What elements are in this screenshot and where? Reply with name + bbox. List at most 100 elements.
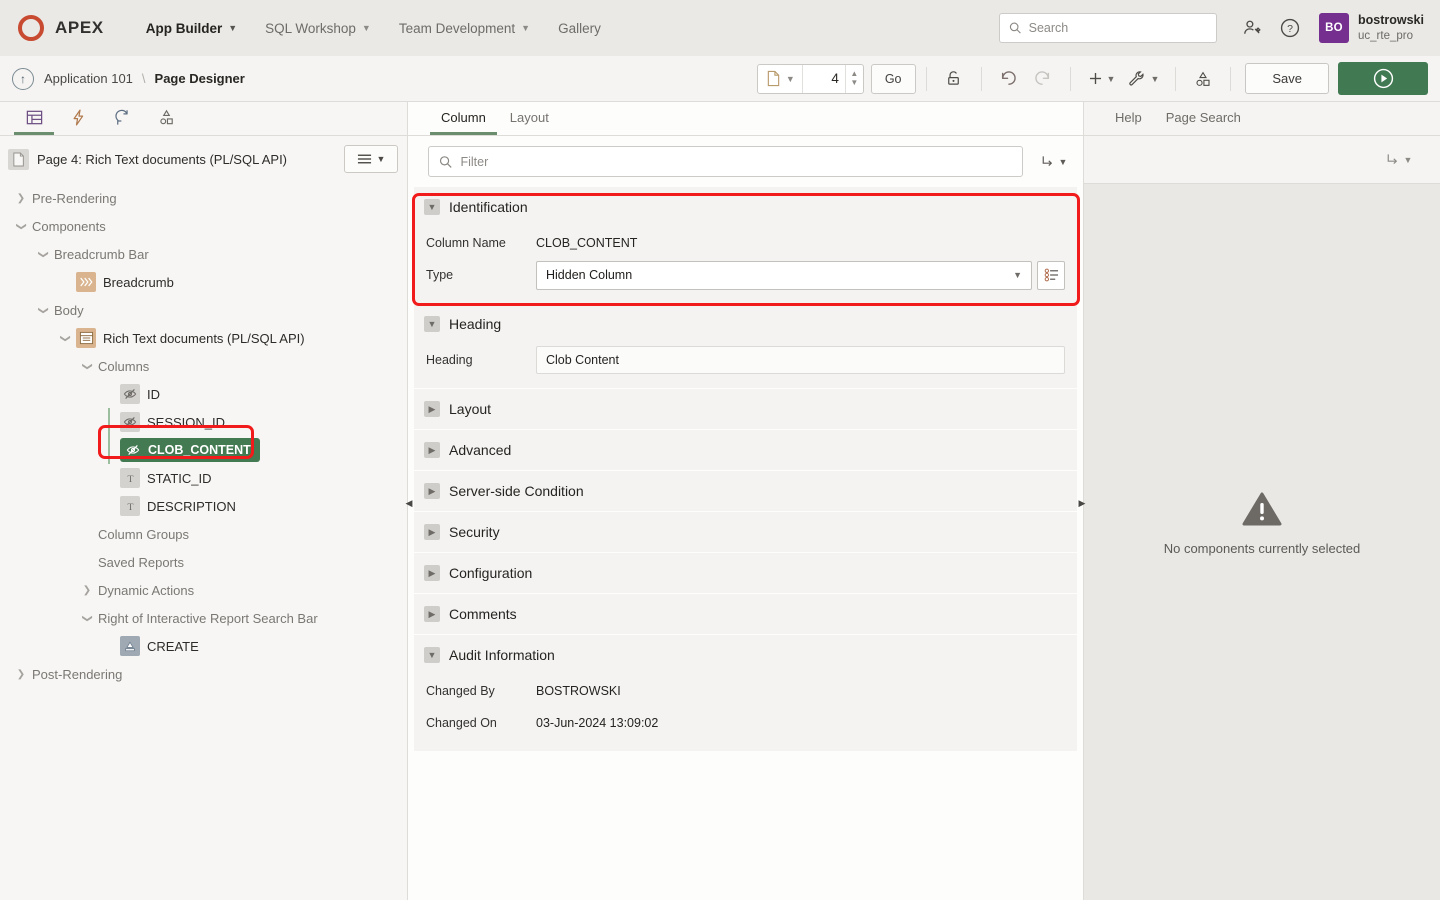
user-menu[interactable]: BO bostrowski uc_rte_pro: [1319, 13, 1424, 43]
section-header-audit-information[interactable]: ▼Audit Information: [414, 635, 1077, 675]
chevron-right-icon[interactable]: ▶: [424, 606, 440, 622]
chevron-down-icon[interactable]: ❯: [32, 249, 54, 260]
chevron-down-icon[interactable]: ❯: [10, 221, 32, 232]
tree-item-columns[interactable]: ❯Columns: [0, 352, 407, 380]
chevron-right-icon[interactable]: ❯: [76, 585, 98, 596]
section-header-security[interactable]: ▶Security: [414, 512, 1077, 552]
left-splitter-collapse[interactable]: ◀: [404, 495, 414, 511]
tree-item-dynamic-actions[interactable]: ❯Dynamic Actions: [0, 576, 407, 604]
chevron-right-icon[interactable]: ❯: [10, 193, 32, 204]
hidden-column-icon: [120, 412, 140, 432]
run-button[interactable]: [1338, 62, 1428, 95]
chevron-down-icon[interactable]: ▼: [424, 316, 440, 332]
chevron-down-icon: ▼: [377, 154, 386, 164]
processing-cycle-icon: [113, 108, 132, 127]
tree-item-content: Breadcrumb Bar: [54, 247, 149, 262]
chevron-right-icon[interactable]: ▶: [424, 401, 440, 417]
chevron-down-icon[interactable]: ❯: [54, 333, 76, 344]
page-number-value[interactable]: 4: [803, 71, 845, 86]
property-input-heading[interactable]: Clob Content: [536, 346, 1065, 374]
tree-item-clob-content[interactable]: CLOB_CONTENT: [0, 436, 407, 464]
tab-help[interactable]: Help: [1104, 110, 1153, 135]
page-selector[interactable]: ▼ 4 ▲ ▼: [757, 64, 864, 94]
section-comments: ▶Comments: [414, 594, 1077, 634]
tree-item-saved-reports[interactable]: Saved Reports: [0, 548, 407, 576]
list-of-values-button[interactable]: [1037, 261, 1065, 290]
go-button[interactable]: Go: [871, 64, 916, 94]
tree-item-breadcrumb[interactable]: Breadcrumb: [0, 268, 407, 296]
chevron-right-icon[interactable]: ▶: [424, 565, 440, 581]
tab-shared-components[interactable]: [146, 102, 186, 135]
page-selector-dropdown[interactable]: ▼: [758, 65, 803, 93]
chevron-down-icon[interactable]: ▼: [424, 647, 440, 663]
goto-group-button[interactable]: ▼: [1031, 147, 1075, 177]
property-filter[interactable]: [428, 146, 1023, 177]
toolbar-divider: [926, 67, 927, 91]
page-number-stepper[interactable]: ▲ ▼: [845, 65, 863, 93]
search-input[interactable]: [1029, 21, 1207, 35]
page-lock-button[interactable]: [937, 64, 971, 94]
tree-item-post-rendering[interactable]: ❯Post-Rendering: [0, 660, 407, 688]
global-search[interactable]: [999, 13, 1217, 43]
tree-item-right-of-interactive-report-search-bar[interactable]: ❯Right of Interactive Report Search Bar: [0, 604, 407, 632]
section-header-heading[interactable]: ▼Heading: [414, 304, 1077, 344]
tree-item-create[interactable]: CREATE: [0, 632, 407, 660]
tree-item-rich-text-documents-pl-sql-api[interactable]: ❯Rich Text documents (PL/SQL API): [0, 324, 407, 352]
chevron-down-icon[interactable]: ❯: [32, 305, 54, 316]
nav-sql-workshop[interactable]: SQL Workshop ▼: [253, 13, 383, 44]
shared-components-button[interactable]: [1186, 64, 1220, 94]
chevron-right-icon[interactable]: ▶: [424, 483, 440, 499]
tree-item-components[interactable]: ❯Components: [0, 212, 407, 240]
section-header-advanced[interactable]: ▶Advanced: [414, 430, 1077, 470]
tree-item-content: Rich Text documents (PL/SQL API): [76, 328, 305, 348]
tree-item-session-id[interactable]: SESSION_ID: [0, 408, 407, 436]
nav-app-builder[interactable]: App Builder ▼: [134, 13, 249, 44]
breadcrumb-application[interactable]: Application 101: [44, 71, 133, 86]
create-menu-button[interactable]: ▼: [1081, 64, 1122, 94]
tab-layout[interactable]: Layout: [499, 110, 560, 135]
navigate-up-button[interactable]: ↑: [12, 68, 34, 90]
chevron-right-icon[interactable]: ▶: [424, 524, 440, 540]
section-header-configuration[interactable]: ▶Configuration: [414, 553, 1077, 593]
tree-item-column-groups[interactable]: Column Groups: [0, 520, 407, 548]
nav-team-development[interactable]: Team Development ▼: [387, 13, 542, 44]
chevron-right-icon[interactable]: ❯: [10, 669, 32, 680]
utilities-menu-button[interactable]: ▼: [1121, 64, 1165, 94]
tree-item-pre-rendering[interactable]: ❯Pre-Rendering: [0, 184, 407, 212]
property-select-type[interactable]: Hidden Column▼: [536, 261, 1032, 290]
tab-processing[interactable]: [102, 102, 142, 135]
save-button[interactable]: Save: [1245, 63, 1329, 94]
tab-dynamic-actions[interactable]: [58, 102, 98, 135]
toolbar-actions: ▼ 4 ▲ ▼ Go: [757, 62, 1428, 95]
redo-button[interactable]: [1026, 64, 1060, 94]
help-button[interactable]: ?: [1273, 11, 1307, 45]
user-admin-button[interactable]: [1235, 11, 1269, 45]
tree-item-body[interactable]: ❯Body: [0, 296, 407, 324]
interactive-report-icon: [76, 328, 96, 348]
section-audit-information: ▼Audit InformationChanged ByBOSTROWSKICh…: [414, 635, 1077, 751]
section-header-layout[interactable]: ▶Layout: [414, 389, 1077, 429]
tree-item-static-id[interactable]: TSTATIC_ID: [0, 464, 407, 492]
nav-gallery[interactable]: Gallery: [546, 13, 613, 44]
section-header-server-side-condition[interactable]: ▶Server-side Condition: [414, 471, 1077, 511]
tab-column[interactable]: Column: [430, 110, 497, 135]
tab-page-search[interactable]: Page Search: [1155, 110, 1252, 135]
right-goto-button[interactable]: ▼: [1376, 145, 1420, 175]
chevron-down-icon[interactable]: ❯: [76, 361, 98, 372]
tree-item-breadcrumb-bar[interactable]: ❯Breadcrumb Bar: [0, 240, 407, 268]
section-header-identification[interactable]: ▼Identification: [414, 187, 1077, 227]
undo-button[interactable]: [992, 64, 1026, 94]
chevron-down-icon[interactable]: ▼: [424, 199, 440, 215]
property-filter-input[interactable]: [460, 155, 1012, 169]
tab-rendering[interactable]: [14, 102, 54, 135]
tree-item-id[interactable]: ID: [0, 380, 407, 408]
tree-item-description[interactable]: TDESCRIPTION: [0, 492, 407, 520]
left-pane-tabs: [0, 102, 407, 136]
chevron-down-icon[interactable]: ❯: [76, 613, 98, 624]
right-splitter-collapse[interactable]: ▶: [1077, 495, 1087, 511]
section-header-comments[interactable]: ▶Comments: [414, 594, 1077, 634]
list-menu-icon: [357, 153, 372, 165]
chevron-right-icon[interactable]: ▶: [424, 442, 440, 458]
chevron-down-icon: ▼: [1013, 270, 1022, 280]
tree-options-button[interactable]: ▼: [344, 145, 398, 173]
